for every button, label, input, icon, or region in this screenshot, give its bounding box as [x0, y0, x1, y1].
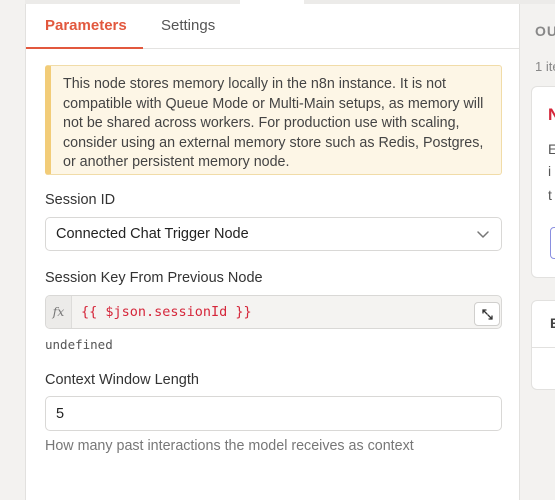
fx-icon: fx	[46, 296, 72, 328]
chevron-down-icon	[477, 231, 489, 238]
context-window-label: Context Window Length	[45, 372, 199, 388]
session-id-label: Session ID	[45, 192, 116, 208]
session-key-label: Session Key From Previous Node	[45, 270, 263, 286]
output-card-line: E	[548, 141, 555, 157]
session-key-expression[interactable]: {{ $json.sessionId }}	[81, 304, 252, 320]
session-id-value: Connected Chat Trigger Node	[56, 226, 249, 242]
session-key-expression-field[interactable]: fx {{ $json.sessionId }}	[45, 295, 502, 329]
expression-result: undefined	[45, 337, 113, 352]
session-id-select[interactable]: Connected Chat Trigger Node	[45, 217, 502, 251]
output-card: N E i t	[531, 86, 555, 278]
context-window-input[interactable]: 5	[45, 396, 502, 431]
open-expression-editor-button[interactable]	[474, 302, 500, 326]
left-gutter	[0, 0, 25, 500]
context-window-value: 5	[56, 406, 65, 422]
output-panel: OU 1 ite N E i t E	[521, 4, 555, 500]
tab-parameters[interactable]: Parameters	[45, 17, 127, 34]
divider	[532, 347, 555, 348]
node-parameters-panel: Parameters Settings This node stores mem…	[25, 4, 520, 500]
output-item-count: 1 ite	[535, 59, 555, 74]
output-heading: OU	[535, 23, 555, 39]
tab-settings[interactable]: Settings	[161, 17, 215, 34]
expand-icon	[482, 309, 493, 320]
tab-bar: Parameters Settings	[26, 4, 519, 49]
output-card-line: t	[548, 187, 552, 203]
context-window-hint: How many past interactions the model rec…	[45, 438, 414, 454]
warning-notice: This node stores memory locally in the n…	[45, 65, 502, 175]
output-card-secondary-title: E	[550, 315, 555, 331]
output-card-button[interactable]	[550, 227, 555, 259]
output-card-secondary: E	[531, 300, 555, 390]
active-tab-indicator	[26, 47, 143, 49]
output-card-title: N	[548, 105, 555, 124]
output-card-line: i	[548, 163, 552, 179]
